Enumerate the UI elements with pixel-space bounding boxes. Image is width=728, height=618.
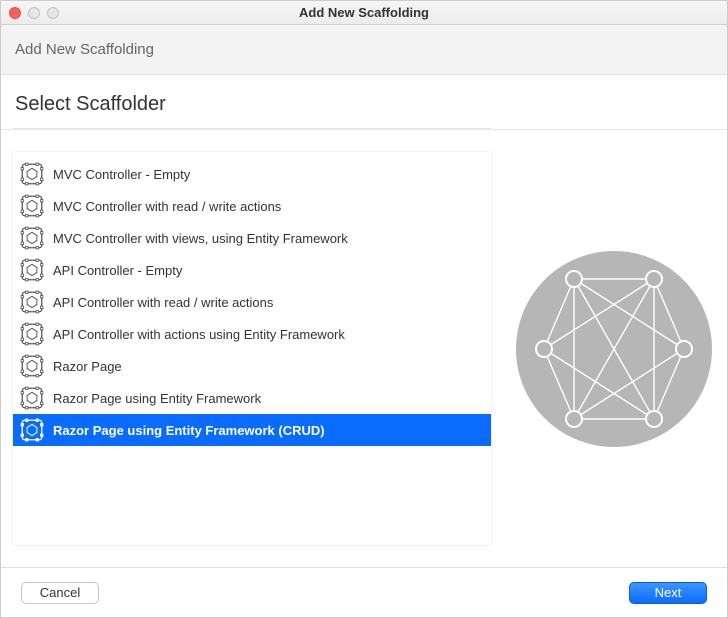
scaffolder-icon [19,289,45,315]
scaffolder-icon [19,353,45,379]
scaffolder-icon [19,225,45,251]
scaffolder-list-item[interactable]: MVC Controller - Empty [13,158,491,190]
scaffolder-label: API Controller with actions using Entity… [53,327,345,342]
scaffolder-label: API Controller - Empty [53,263,182,278]
scaffolder-label: Razor Page using Entity Framework [53,391,261,406]
scaffolder-list-item[interactable]: Razor Page [13,350,491,382]
section-title: Select Scaffolder [1,75,727,128]
titlebar: Add New Scaffolding [1,1,727,25]
next-button[interactable]: Next [629,582,707,604]
dialog-footer: Cancel Next [1,567,727,617]
scaffolder-icon [19,417,45,443]
scaffolder-list-item[interactable]: API Controller - Empty [13,254,491,286]
scaffolder-label: Razor Page using Entity Framework (CRUD) [53,423,325,438]
scaffolder-list-item[interactable]: API Controller with actions using Entity… [13,318,491,350]
scaffolder-icon [19,385,45,411]
scaffolder-preview [501,130,727,567]
cancel-button[interactable]: Cancel [21,582,99,604]
dialog-subheader: Add New Scaffolding [1,25,727,75]
preview-graph-icon [514,249,714,449]
window-title: Add New Scaffolding [1,5,727,20]
scaffolder-list[interactable]: MVC Controller - Empty MVC Controller wi… [13,152,491,545]
scaffolder-list-item[interactable]: MVC Controller with read / write actions [13,190,491,222]
scaffolder-label: API Controller with read / write actions [53,295,273,310]
scaffolder-label: MVC Controller with views, using Entity … [53,231,348,246]
body: MVC Controller - Empty MVC Controller wi… [1,129,727,567]
scaffolder-icon [19,321,45,347]
scaffolder-list-item[interactable]: Razor Page using Entity Framework [13,382,491,414]
scaffolder-icon [19,257,45,283]
scaffolder-icon [19,193,45,219]
scaffolder-list-item[interactable]: Razor Page using Entity Framework (CRUD) [13,414,491,446]
scaffolder-label: Razor Page [53,359,122,374]
scaffolder-icon [19,161,45,187]
scaffolder-label: MVC Controller with read / write actions [53,199,281,214]
scaffolder-label: MVC Controller - Empty [53,167,190,182]
scaffolder-list-item[interactable]: MVC Controller with views, using Entity … [13,222,491,254]
content-area: Select Scaffolder MVC Controller - Empty… [1,75,727,567]
scaffolder-list-item[interactable]: API Controller with read / write actions [13,286,491,318]
